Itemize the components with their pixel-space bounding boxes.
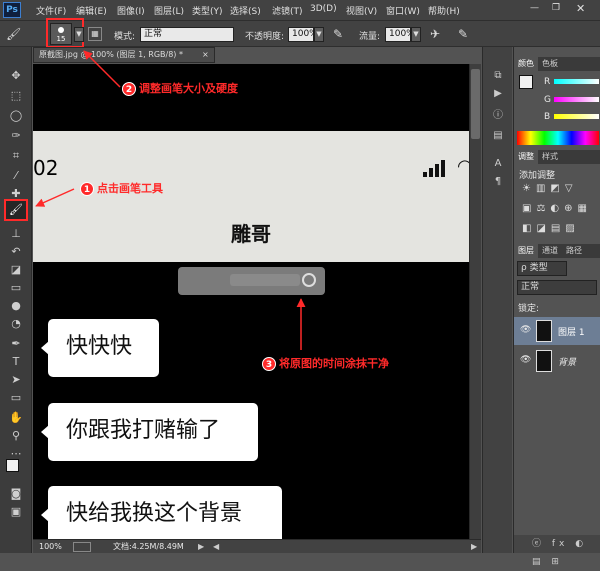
layer-name: 背景 [558, 358, 577, 368]
step-1-text: 点击画笔工具 [97, 182, 163, 195]
blend-mode-select[interactable]: 正常 [517, 280, 597, 295]
layer-name: 图层 1 [558, 328, 585, 338]
layer-filter-select[interactable]: ρ 类型 [517, 261, 567, 276]
annotation-step-2: 2 调整画笔大小及硬度 [122, 80, 238, 96]
paragraph-panel-icon[interactable]: ¶ [491, 175, 505, 189]
add-adjustment-label: 添加调整 [519, 171, 556, 181]
arrow-to-brush-size [83, 50, 121, 88]
adjustment-icons-row-3[interactable]: ◧◪▤▨ [522, 223, 597, 234]
step-3-text: 将原图的时间涂抹干净 [279, 357, 389, 370]
color-fg-swatch[interactable] [519, 75, 533, 89]
color-panel-tabs: 颜色 色板 [514, 57, 600, 71]
adjustment-icons-row-2[interactable]: ▣⚖◐⊕▦ [522, 203, 597, 214]
step-2-text: 调整画笔大小及硬度 [139, 82, 238, 95]
document-info: 文档:4.25M/8.49M [113, 542, 184, 551]
annotation-step-3: 3 将原图的时间涂抹干净 [262, 355, 389, 371]
tab-swatches[interactable]: 色板 [538, 57, 562, 71]
properties-panel-icon[interactable]: ▤ [491, 129, 505, 143]
color-spectrum[interactable] [517, 131, 599, 145]
channel-b-slider[interactable] [554, 114, 599, 119]
lock-label: 锁定: [518, 304, 540, 314]
adjust-panel-tabs: 调整 样式 [514, 150, 600, 164]
step-3-badge: 3 [262, 357, 276, 371]
layer-thumbnail [536, 320, 552, 342]
channel-g-slider[interactable] [554, 97, 599, 102]
actions-panel-icon[interactable]: ▶ [491, 87, 505, 101]
channel-g-label: G [544, 95, 551, 105]
step-2-badge: 2 [122, 82, 136, 96]
tab-styles[interactable]: 样式 [538, 150, 562, 164]
scroll-left-icon[interactable]: ◀ [213, 540, 219, 553]
vertical-scrollbar[interactable] [469, 64, 481, 539]
adjustment-icons-row-1[interactable]: ☀▥◩▽ [522, 183, 597, 194]
arrow-to-brush-tool [35, 188, 75, 207]
layer-actions-bar[interactable]: ⓔ fx ◐ ▤ ⊞ [514, 535, 600, 567]
status-bar: 100% 文档:4.25M/8.49M ▶ ◀ ▶ [33, 539, 481, 553]
tab-paths[interactable]: 路径 [562, 244, 586, 258]
layer-thumbnail [536, 350, 552, 372]
tab-channels[interactable]: 通道 [538, 244, 562, 258]
channel-r-label: R [544, 77, 551, 87]
layer-row-1[interactable]: 👁 图层 1 [514, 317, 600, 345]
channel-b-label: B [544, 112, 551, 122]
panel-icon-strip: ⧉ ▶ ⓘ ▤ A ¶ [482, 47, 512, 553]
tab-adjustments[interactable]: 调整 [514, 150, 538, 164]
tab-layers[interactable]: 图层 [514, 244, 538, 258]
scroll-right-icon[interactable]: ▶ [471, 540, 477, 553]
annotation-step-1: 1 点击画笔工具 [80, 180, 163, 196]
status-menu-arrow-icon[interactable]: ▶ [198, 540, 204, 553]
visibility-eye-icon[interactable]: 👁 [520, 355, 531, 365]
status-icon[interactable] [73, 542, 91, 552]
visibility-eye-icon[interactable]: 👁 [520, 325, 531, 335]
zoom-level[interactable]: 100% [39, 540, 62, 553]
scroll-thumb[interactable] [471, 69, 480, 139]
character-panel-icon[interactable]: A [491, 157, 505, 171]
tab-color[interactable]: 颜色 [514, 57, 538, 71]
right-panels: 颜色 色板 R G B 调整 样式 添加调整 ☀▥◩▽ ▣⚖◐⊕▦ ◧◪▤▨ 图… [513, 47, 600, 567]
layers-panel-tabs: 图层 通道 路径 [514, 244, 600, 258]
channel-r-slider[interactable] [554, 79, 599, 84]
layer-row-2[interactable]: 👁 背景 [514, 347, 600, 375]
step-1-badge: 1 [80, 182, 94, 196]
info-panel-icon[interactable]: ⓘ [491, 109, 505, 123]
history-panel-icon[interactable]: ⧉ [491, 69, 505, 83]
